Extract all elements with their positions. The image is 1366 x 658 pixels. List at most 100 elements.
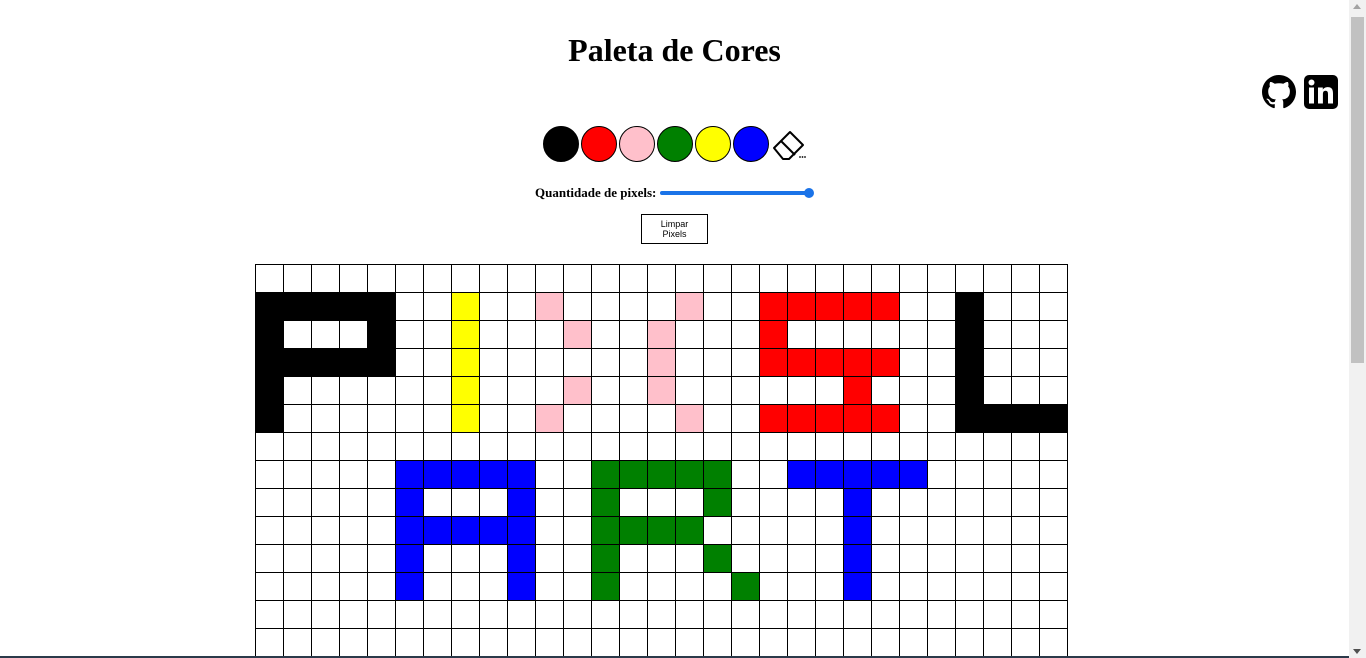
pixel[interactable] [564, 293, 591, 320]
pixel[interactable] [424, 629, 451, 656]
pixel[interactable] [340, 601, 367, 628]
pixel[interactable] [396, 349, 423, 376]
pixel[interactable] [984, 265, 1011, 292]
pixel[interactable] [620, 349, 647, 376]
pixel[interactable] [452, 377, 479, 404]
pixel[interactable] [480, 293, 507, 320]
pixel[interactable] [788, 293, 815, 320]
pixel[interactable] [1012, 405, 1039, 432]
pixel[interactable] [956, 293, 983, 320]
pixel[interactable] [452, 265, 479, 292]
pixel[interactable] [928, 601, 955, 628]
pixel[interactable] [424, 517, 451, 544]
pixel[interactable] [760, 321, 787, 348]
pixel[interactable] [676, 489, 703, 516]
pixel[interactable] [564, 433, 591, 460]
pixel[interactable] [816, 349, 843, 376]
pixel[interactable] [592, 377, 619, 404]
pixel[interactable] [676, 573, 703, 600]
pixel[interactable] [1012, 573, 1039, 600]
pixel[interactable] [704, 601, 731, 628]
pixel[interactable] [900, 517, 927, 544]
pixel[interactable] [760, 433, 787, 460]
pixel[interactable] [536, 601, 563, 628]
pixel[interactable] [592, 293, 619, 320]
pixel[interactable] [900, 461, 927, 488]
pixel[interactable] [480, 573, 507, 600]
pixel[interactable] [536, 293, 563, 320]
pixel[interactable] [340, 517, 367, 544]
pixel[interactable] [676, 377, 703, 404]
pixel[interactable] [704, 265, 731, 292]
pixel[interactable] [284, 293, 311, 320]
pixel[interactable] [480, 405, 507, 432]
pixel[interactable] [424, 321, 451, 348]
pixel[interactable] [368, 265, 395, 292]
pixel[interactable] [1012, 545, 1039, 572]
pixel[interactable] [816, 489, 843, 516]
pixel[interactable] [340, 321, 367, 348]
pixel[interactable] [872, 349, 899, 376]
pixel[interactable] [676, 321, 703, 348]
pixel[interactable] [592, 405, 619, 432]
pixel[interactable] [844, 629, 871, 656]
pixel[interactable] [592, 265, 619, 292]
pixel[interactable] [872, 517, 899, 544]
pixel[interactable] [480, 545, 507, 572]
color-swatch-4[interactable] [657, 126, 693, 162]
pixel[interactable] [396, 629, 423, 656]
vertical-scrollbar[interactable] [1349, 0, 1366, 658]
pixel[interactable] [312, 461, 339, 488]
pixel[interactable] [1040, 265, 1067, 292]
pixel[interactable] [900, 321, 927, 348]
pixel[interactable] [844, 265, 871, 292]
pixel[interactable] [956, 545, 983, 572]
pixel[interactable] [424, 573, 451, 600]
pixel[interactable] [1012, 461, 1039, 488]
pixel[interactable] [788, 433, 815, 460]
pixel[interactable] [480, 377, 507, 404]
pixel[interactable] [1040, 433, 1067, 460]
pixel[interactable] [396, 489, 423, 516]
pixel[interactable] [732, 489, 759, 516]
pixel[interactable] [760, 377, 787, 404]
pixel[interactable] [452, 545, 479, 572]
pixel[interactable] [900, 433, 927, 460]
pixel[interactable] [536, 629, 563, 656]
pixel[interactable] [452, 517, 479, 544]
pixel[interactable] [480, 517, 507, 544]
pixel[interactable] [424, 601, 451, 628]
pixel[interactable] [844, 545, 871, 572]
pixel[interactable] [620, 265, 647, 292]
pixel[interactable] [536, 517, 563, 544]
pixel[interactable] [928, 461, 955, 488]
pixel[interactable] [452, 629, 479, 656]
pixel[interactable] [648, 517, 675, 544]
pixel[interactable] [620, 517, 647, 544]
pixel[interactable] [648, 629, 675, 656]
pixel[interactable] [928, 573, 955, 600]
color-swatch-3[interactable] [619, 126, 655, 162]
pixel[interactable] [256, 629, 283, 656]
pixel[interactable] [368, 601, 395, 628]
pixel[interactable] [536, 545, 563, 572]
pixel[interactable] [312, 405, 339, 432]
pixel[interactable] [508, 489, 535, 516]
pixel[interactable] [1040, 461, 1067, 488]
pixel[interactable] [592, 349, 619, 376]
pixel[interactable] [956, 349, 983, 376]
pixel[interactable] [704, 349, 731, 376]
pixel[interactable] [732, 433, 759, 460]
pixel[interactable] [732, 601, 759, 628]
pixel[interactable] [676, 265, 703, 292]
pixel[interactable] [760, 517, 787, 544]
pixel[interactable] [1040, 517, 1067, 544]
pixel[interactable] [368, 461, 395, 488]
pixel[interactable] [872, 293, 899, 320]
pixel[interactable] [1012, 433, 1039, 460]
pixel[interactable] [900, 405, 927, 432]
pixel[interactable] [396, 517, 423, 544]
color-swatch-1[interactable] [543, 126, 579, 162]
pixel[interactable] [872, 489, 899, 516]
pixel[interactable] [368, 573, 395, 600]
